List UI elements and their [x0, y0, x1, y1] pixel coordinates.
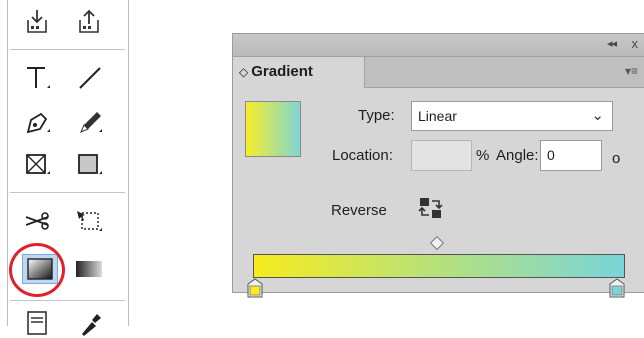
- rectangle-tool-icon[interactable]: [72, 148, 106, 180]
- tab-gradient[interactable]: ◇ Gradient: [233, 57, 365, 88]
- type-dropdown-value: Linear: [418, 108, 457, 124]
- free-transform-tool-icon[interactable]: [72, 205, 106, 237]
- gradient-preview-swatch: [245, 101, 301, 157]
- angle-label: Angle:: [496, 147, 539, 164]
- rectangle-frame-tool-icon[interactable]: [20, 148, 54, 180]
- note-tool-icon[interactable]: [20, 306, 54, 338]
- line-tool-icon[interactable]: [72, 62, 106, 94]
- gradient-ramp[interactable]: [253, 254, 625, 278]
- pencil-tool-icon[interactable]: [72, 106, 106, 138]
- gradient-panel: ◂◂ x ◇ Gradient ▾≡ Type: Linear ⌄ Locatio…: [232, 33, 644, 298]
- place-icon[interactable]: [20, 6, 54, 38]
- up-down-arrows-icon: ◇: [239, 65, 249, 79]
- gradient-midpoint-handle[interactable]: [429, 235, 445, 251]
- type-tool-icon[interactable]: [20, 62, 54, 94]
- scissors-tool-icon[interactable]: [20, 205, 54, 237]
- eyedropper-tool-icon[interactable]: [72, 306, 106, 338]
- type-dropdown[interactable]: Linear ⌄: [411, 101, 613, 131]
- export-icon[interactable]: [72, 6, 106, 38]
- gradient-stop-start[interactable]: [247, 278, 263, 298]
- gradient-panel-content: Type: Linear ⌄ Location: % Angle: 0 o Re…: [233, 88, 644, 298]
- location-field[interactable]: [411, 140, 472, 171]
- selection-highlight-circle: [9, 243, 65, 297]
- reverse-label: Reverse: [331, 202, 387, 219]
- angle-field[interactable]: 0: [540, 140, 602, 171]
- pen-tool-icon[interactable]: [20, 106, 54, 138]
- tools-separator: [10, 300, 125, 301]
- location-unit: %: [476, 147, 490, 164]
- tools-panel: [0, 0, 135, 336]
- close-panel-button[interactable]: x: [632, 36, 639, 51]
- reverse-icon: [418, 198, 443, 218]
- tab-gradient-label: Gradient: [251, 63, 313, 80]
- panel-titlebar[interactable]: ◂◂ x: [233, 34, 644, 57]
- tools-panel-border: [7, 0, 8, 326]
- type-label: Type:: [358, 107, 395, 124]
- collapse-panel-button[interactable]: ◂◂: [607, 37, 617, 50]
- panel-tab-row: ◇ Gradient ▾≡: [233, 57, 644, 88]
- panel-menu-icon[interactable]: ▾≡: [625, 64, 638, 78]
- tools-separator: [10, 192, 125, 193]
- angle-unit: o: [612, 150, 621, 167]
- chevron-down-icon: ⌄: [591, 107, 604, 124]
- tools-panel-border: [128, 0, 129, 326]
- tools-separator: [10, 49, 125, 50]
- gradient-feather-tool-icon[interactable]: [72, 253, 106, 285]
- angle-field-value: 0: [547, 147, 555, 163]
- gradient-stop-end[interactable]: [609, 278, 625, 298]
- location-label: Location:: [332, 147, 393, 164]
- reverse-gradient-button[interactable]: [418, 196, 444, 220]
